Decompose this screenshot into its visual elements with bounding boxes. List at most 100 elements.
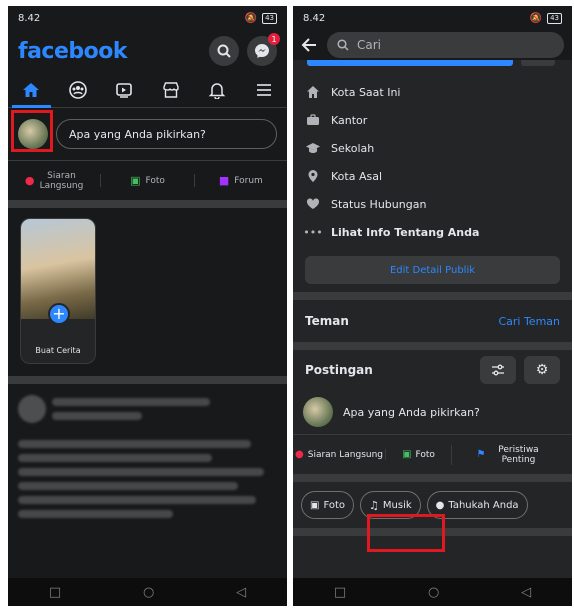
info-label: Kota Asal — [331, 169, 382, 183]
info-workplace[interactable]: Kantor — [305, 106, 560, 134]
profile-post-composer: Apa yang Anda pikirkan? — [293, 390, 572, 434]
composer-actions: ● Siaran Langsung ▣ Foto ⚑ Peristiwa Pen… — [293, 434, 572, 474]
profile-more-button-edge[interactable] — [521, 60, 555, 66]
chip-label: Musik — [382, 499, 412, 511]
profile-avatar[interactable] — [303, 397, 333, 427]
battery-indicator: 43 — [262, 12, 277, 24]
graduation-cap-icon — [305, 141, 321, 155]
photo-icon: ▣ — [130, 174, 141, 187]
house-icon — [305, 85, 321, 99]
plus-icon: + — [48, 303, 70, 325]
home-button-icon[interactable]: ○ — [428, 585, 439, 600]
tab-watch[interactable] — [101, 72, 148, 107]
mute-icon: 🔕 — [244, 12, 258, 24]
info-current-city[interactable]: Kota Saat Ini — [305, 78, 560, 106]
find-friends-link[interactable]: Cari Teman — [498, 315, 560, 328]
tab-home[interactable] — [8, 72, 55, 108]
notification-badge: 1 — [268, 33, 280, 45]
tab-groups[interactable] — [55, 72, 102, 107]
back-icon[interactable]: ◁ — [236, 585, 246, 600]
home-button-icon[interactable]: ○ — [143, 585, 154, 600]
whats-on-your-mind-input[interactable]: Apa yang Anda pikirkan? — [56, 119, 277, 149]
music-chip-highlight-box — [367, 514, 445, 552]
create-story-label: Buat Cerita — [35, 346, 81, 355]
filter-button[interactable] — [480, 356, 516, 384]
chip-label: Foto — [323, 499, 346, 511]
photo-label: Foto — [145, 175, 165, 186]
post-avatar — [18, 395, 46, 423]
search-placeholder: Cari — [357, 38, 381, 52]
main-nav-tabs — [8, 72, 287, 108]
friends-section: Teman Cari Teman — [293, 300, 572, 342]
back-arrow-icon[interactable] — [301, 37, 317, 53]
search-input[interactable]: Cari — [327, 32, 564, 58]
tab-marketplace[interactable] — [148, 72, 195, 107]
section-divider — [8, 200, 287, 208]
video-icon — [116, 82, 133, 98]
recent-apps-icon[interactable]: □ — [334, 585, 346, 600]
music-note-icon: ♫ — [369, 498, 379, 512]
composer-actions: ● Siaran Langsung ▣ Foto ■ Forum — [8, 160, 287, 200]
live-label: Siaran Langsung — [39, 170, 84, 191]
section-divider — [293, 474, 572, 482]
live-label: Siaran Langsung — [307, 449, 383, 460]
search-header: Cari — [293, 30, 572, 60]
section-divider — [293, 342, 572, 350]
settings-button[interactable]: ⚙ — [524, 356, 560, 384]
system-nav-bar: □ ○ ◁ — [8, 578, 287, 606]
info-school[interactable]: Sekolah — [305, 134, 560, 162]
profile-primary-button-edge[interactable] — [307, 60, 513, 66]
posts-header: Postingan ⚙ — [293, 350, 572, 390]
status-bar: 8.42 🔕 43 — [8, 6, 287, 30]
messenger-button[interactable]: 1 — [247, 33, 280, 66]
speech-bubble-icon: ● — [435, 499, 445, 511]
photo-icon: ▣ — [402, 449, 412, 460]
info-label: Sekolah — [331, 141, 375, 155]
chip-label: Tahukah Anda — [448, 499, 519, 511]
live-button[interactable]: ● Siaran Langsung — [293, 449, 385, 460]
gear-icon: ⚙ — [535, 362, 549, 378]
see-about-label: Lihat Info Tentang Anda — [331, 225, 480, 239]
back-icon[interactable]: ◁ — [521, 585, 531, 600]
forum-label: Forum — [234, 175, 263, 186]
photo-label: Foto — [415, 449, 435, 460]
info-label: Status Hubungan — [331, 197, 427, 211]
info-label: Kota Saat Ini — [331, 85, 401, 99]
photo-button[interactable]: ▣ Foto — [385, 449, 451, 460]
forum-icon: ■ — [218, 174, 230, 187]
groups-icon — [68, 80, 87, 99]
see-about-info-link[interactable]: ••• Lihat Info Tentang Anda — [303, 218, 560, 246]
friends-title: Teman — [305, 314, 349, 328]
section-divider — [293, 292, 572, 300]
messenger-icon — [255, 44, 269, 58]
sliders-icon — [492, 364, 504, 376]
whats-on-your-mind-input[interactable]: Apa yang Anda pikirkan? — [343, 406, 480, 419]
stories-section: + Buat Cerita — [8, 208, 287, 376]
photo-button[interactable]: ▣ Foto — [100, 174, 193, 187]
blurred-feed-post — [8, 384, 287, 584]
info-relationship[interactable]: Status Hubungan — [305, 190, 560, 218]
tab-notifications[interactable] — [194, 72, 241, 107]
info-hometown[interactable]: Kota Asal — [305, 162, 560, 190]
more-dots-icon: ••• — [303, 225, 323, 239]
flag-icon: ⚑ — [476, 449, 486, 460]
info-label: Kantor — [331, 113, 368, 127]
briefcase-icon — [305, 113, 321, 127]
facebook-logo: facebook — [18, 38, 128, 64]
status-time: 8.42 — [303, 12, 326, 24]
search-button[interactable] — [209, 36, 239, 66]
system-nav-bar: □ ○ ◁ — [293, 578, 572, 606]
create-story-card[interactable]: + Buat Cerita — [20, 218, 96, 364]
edit-public-details-button[interactable]: Edit Detail Publik — [305, 256, 560, 284]
live-button[interactable]: ● Siaran Langsung — [8, 171, 100, 191]
home-icon — [23, 82, 40, 97]
live-video-icon: ● — [295, 449, 304, 460]
life-event-button[interactable]: ⚑ Peristiwa Penting — [451, 444, 572, 465]
shop-icon — [163, 81, 179, 98]
recent-apps-icon[interactable]: □ — [49, 585, 61, 600]
chip-photo[interactable]: ▣ Foto — [301, 491, 355, 519]
location-pin-icon — [305, 169, 321, 183]
tab-menu[interactable] — [241, 72, 288, 107]
forum-button[interactable]: ■ Forum — [193, 174, 287, 187]
life-event-label: Peristiwa Penting — [498, 444, 539, 465]
